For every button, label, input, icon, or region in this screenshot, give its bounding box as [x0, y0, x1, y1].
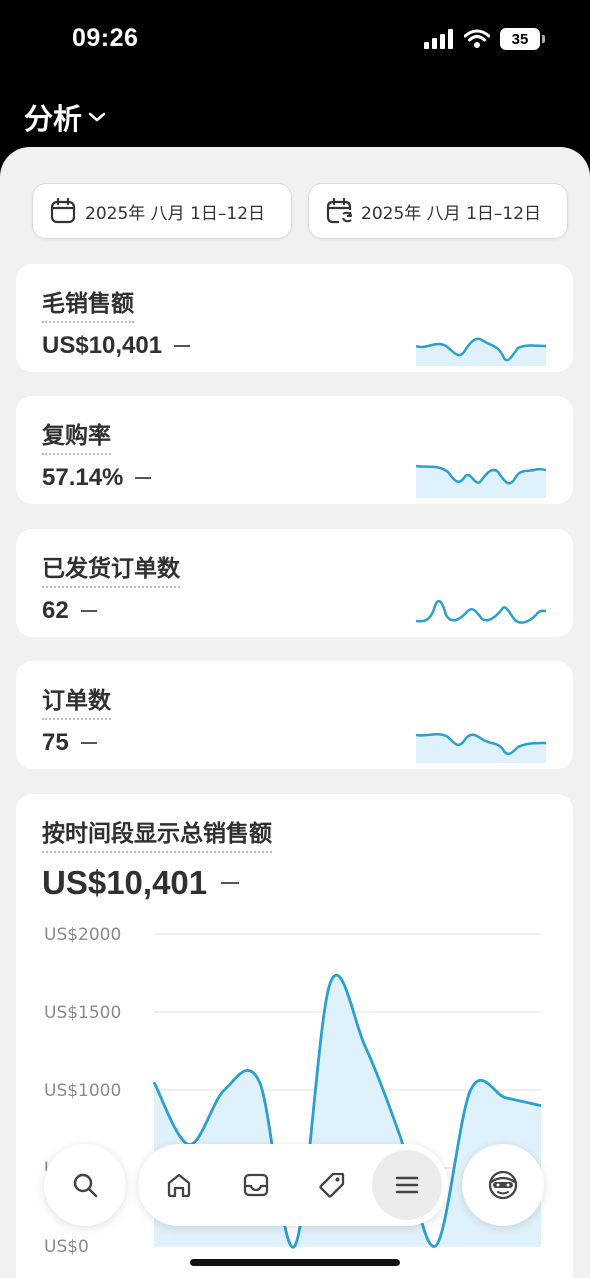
- compare-range-button[interactable]: 2025年 八月 1日–12日: [308, 183, 568, 239]
- metric-card-orders[interactable]: 订单数 75: [16, 661, 573, 769]
- search-icon: [73, 1173, 98, 1198]
- compare-range-label: 2025年 八月 1日–12日: [361, 203, 542, 224]
- page-title: 分析: [24, 102, 83, 136]
- inbox-icon: [243, 1173, 269, 1197]
- main-nav: [138, 1144, 448, 1226]
- sparkline: [416, 733, 546, 763]
- sparkline: [416, 464, 546, 498]
- tag-icon: [319, 1172, 345, 1198]
- tab-orders[interactable]: [221, 1150, 291, 1220]
- metric-value-text: US$10,401: [42, 332, 163, 359]
- tab-menu[interactable]: [372, 1150, 442, 1220]
- y-tick-label: US$1000: [44, 1081, 121, 1101]
- tab-products[interactable]: [297, 1150, 367, 1220]
- chart-total: US$10,401: [42, 864, 240, 902]
- chevron-down-icon: [88, 112, 106, 122]
- y-tick-label: US$0: [44, 1237, 89, 1257]
- metric-value: US$10,401: [42, 332, 191, 360]
- metric-value-text: 57.14%: [42, 464, 124, 491]
- home-icon: [167, 1173, 191, 1198]
- date-range-button[interactable]: 2025年 八月 1日–12日: [32, 183, 292, 239]
- metric-value-text: 75: [42, 729, 69, 756]
- change-indicator: [80, 610, 97, 612]
- change-indicator: [174, 345, 191, 347]
- sparkline: [416, 599, 546, 624]
- metric-card-gross-sales[interactable]: 毛销售额 US$10,401: [16, 264, 573, 372]
- metric-value: 75: [42, 729, 97, 757]
- tab-home[interactable]: [144, 1150, 214, 1220]
- sparkline: [416, 337, 546, 366]
- metric-label: 已发货订单数: [42, 549, 180, 588]
- metric-card-repeat-rate[interactable]: 复购率 57.14%: [16, 396, 573, 504]
- metric-value-text: 62: [42, 597, 69, 624]
- calendar-compare-icon: [326, 197, 352, 224]
- content-sheet: 2025年 八月 1日–12日 2025年 八月 1日–12日 毛销售额 US$…: [0, 147, 590, 1278]
- y-tick-label: US$2000: [44, 925, 121, 945]
- chart-total-text: US$10,401: [42, 864, 208, 901]
- metric-label: 订单数: [42, 681, 111, 720]
- change-indicator: [221, 882, 240, 884]
- tab-bar: [0, 1144, 590, 1234]
- date-range-label: 2025年 八月 1日–12日: [85, 203, 266, 224]
- menu-icon: [395, 1176, 419, 1194]
- metric-value: 57.14%: [42, 464, 152, 492]
- search-button[interactable]: [44, 1144, 126, 1226]
- metric-card-fulfilled-orders[interactable]: 已发货订单数 62: [16, 529, 573, 637]
- profile-button[interactable]: [462, 1144, 544, 1226]
- battery-indicator: 35: [500, 28, 545, 50]
- calendar-icon: [50, 197, 76, 224]
- status-bar: 09:26 35: [0, 0, 590, 80]
- signal-icon: [424, 29, 453, 49]
- avatar-icon: [488, 1170, 518, 1200]
- status-time: 09:26: [72, 24, 139, 52]
- metric-label: 复购率: [42, 416, 111, 455]
- metric-value: 62: [42, 597, 97, 625]
- metric-label: 毛销售额: [42, 284, 134, 323]
- status-icons: 35: [424, 28, 545, 50]
- y-tick-label: US$1500: [44, 1003, 121, 1023]
- change-indicator: [80, 742, 97, 744]
- change-indicator: [135, 477, 152, 479]
- chart-title: 按时间段显示总销售额: [42, 814, 272, 853]
- home-indicator: [190, 1259, 400, 1266]
- analytics-header[interactable]: 分析: [24, 96, 106, 138]
- wifi-icon: [464, 29, 490, 48]
